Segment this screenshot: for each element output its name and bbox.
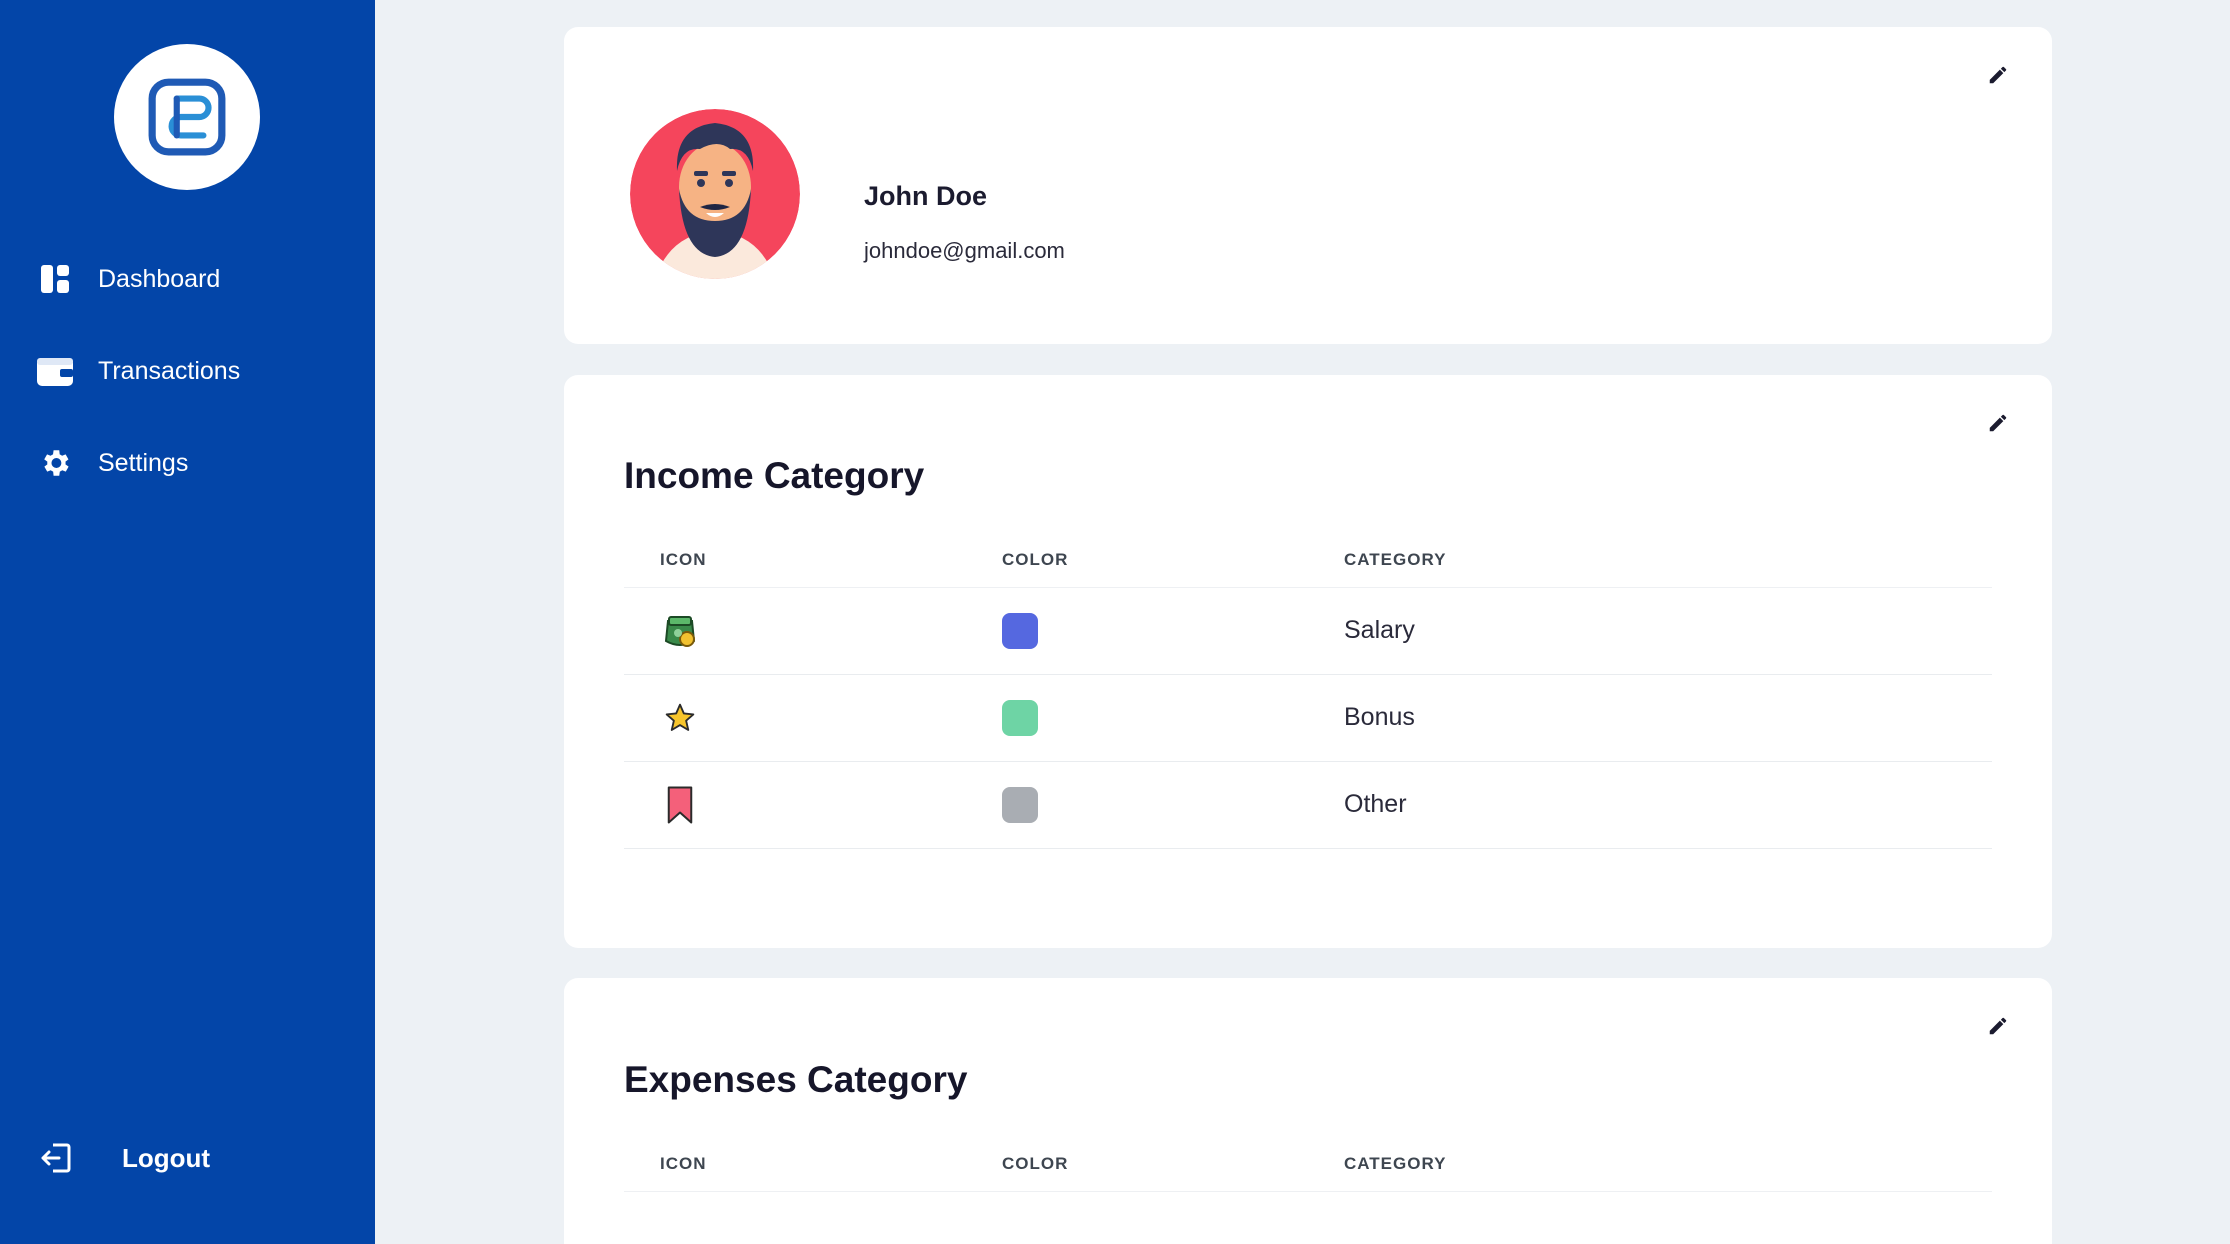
color-swatch: [1002, 613, 1038, 649]
sidebar-item-label: Dashboard: [98, 264, 221, 293]
edit-expenses-button[interactable]: [1984, 1012, 2012, 1040]
color-swatch: [1002, 700, 1038, 736]
bookmark-icon: [660, 785, 700, 825]
expenses-category-card: Expenses Category ICON COLOR CATEGORY: [564, 978, 2052, 1244]
app-logo[interactable]: [114, 44, 260, 190]
expenses-title: Expenses Category: [624, 1059, 968, 1100]
avatar-illustration: [630, 109, 800, 279]
header-color: COLOR: [1002, 550, 1069, 569]
category-name: Other: [1344, 790, 1407, 818]
header-color: COLOR: [1002, 1154, 1069, 1173]
sidebar-item-label: Settings: [98, 448, 189, 477]
dashboard-icon: [34, 258, 76, 300]
header-category: CATEGORY: [1344, 550, 1447, 569]
sidebar: Dashboard Transactions Settings Logout: [0, 0, 375, 1244]
table-row[interactable]: Other: [624, 762, 1992, 849]
sidebar-item-label: Transactions: [98, 356, 241, 385]
expenses-table: ICON COLOR CATEGORY: [624, 1132, 1992, 1192]
pencil-icon: [1989, 66, 2007, 84]
logo-icon: [148, 78, 226, 156]
category-name: Bonus: [1344, 703, 1415, 731]
income-title: Income Category: [624, 455, 925, 496]
star-icon: [660, 698, 700, 738]
color-swatch: [1002, 787, 1038, 823]
header-icon: ICON: [660, 1154, 707, 1173]
income-category-card: Income Category ICON COLOR CATEGORY Sala…: [564, 375, 2052, 948]
category-name: Salary: [1344, 616, 1415, 644]
profile-card: John Doe johndoe@gmail.com: [564, 27, 2052, 344]
money-bag-icon: [660, 611, 700, 651]
sidebar-item-transactions[interactable]: Transactions: [34, 350, 240, 392]
pencil-icon: [1989, 414, 2007, 432]
header-category: CATEGORY: [1344, 1154, 1447, 1173]
gear-icon: [34, 442, 76, 484]
table-header: ICON COLOR CATEGORY: [624, 528, 1992, 588]
income-table: ICON COLOR CATEGORY Salary Bonus Other: [624, 528, 1992, 849]
logout-icon: [36, 1138, 76, 1178]
sidebar-item-settings[interactable]: Settings: [34, 442, 188, 484]
pencil-icon: [1989, 1017, 2007, 1035]
table-row[interactable]: Salary: [624, 588, 1992, 675]
logout-label: Logout: [122, 1142, 211, 1173]
header-icon: ICON: [660, 550, 707, 569]
logout-button[interactable]: Logout: [36, 1138, 210, 1178]
wallet-icon: [34, 350, 76, 392]
edit-income-button[interactable]: [1984, 409, 2012, 437]
table-header: ICON COLOR CATEGORY: [624, 1132, 1992, 1192]
sidebar-item-dashboard[interactable]: Dashboard: [34, 258, 220, 300]
user-email: johndoe@gmail.com: [864, 238, 1065, 263]
edit-profile-button[interactable]: [1984, 61, 2012, 89]
avatar: [630, 109, 800, 279]
user-name: John Doe: [864, 181, 988, 211]
table-row[interactable]: Bonus: [624, 675, 1992, 762]
